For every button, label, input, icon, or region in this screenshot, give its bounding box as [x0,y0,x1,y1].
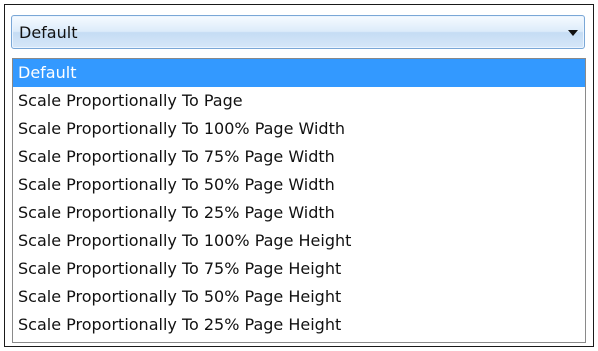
chevron-down-icon[interactable] [568,30,578,36]
scale-mode-combobox[interactable]: Default [11,15,585,49]
dropdown-option-50-page-height[interactable]: Scale Proportionally To 50% Page Height [13,283,585,311]
dropdown-option-100-page-height[interactable]: Scale Proportionally To 100% Page Height [13,227,585,255]
dropdown-option-25-page-height[interactable]: Scale Proportionally To 25% Page Height [13,311,585,339]
dropdown-option-75-page-width[interactable]: Scale Proportionally To 75% Page Width [13,143,585,171]
scale-mode-dropdown-list[interactable]: Default Scale Proportionally To Page Sca… [12,58,586,343]
dropdown-option-50-page-width[interactable]: Scale Proportionally To 50% Page Width [13,171,585,199]
dropdown-option-75-page-height[interactable]: Scale Proportionally To 75% Page Height [13,255,585,283]
dropdown-option-scale-to-page[interactable]: Scale Proportionally To Page [13,87,585,115]
combobox-selected-value: Default [19,23,78,42]
dropdown-option-default[interactable]: Default [13,59,585,87]
dropdown-option-100-page-width[interactable]: Scale Proportionally To 100% Page Width [13,115,585,143]
dropdown-option-25-page-width[interactable]: Scale Proportionally To 25% Page Width [13,199,585,227]
